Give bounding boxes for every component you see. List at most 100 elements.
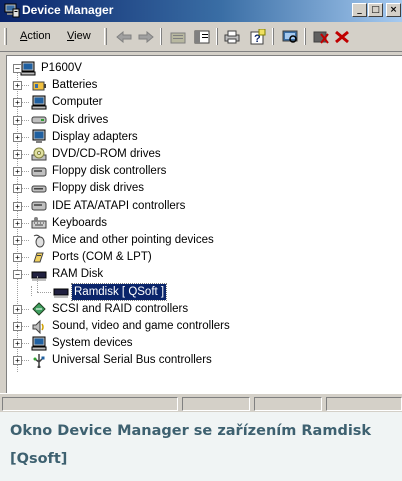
tree-connector	[21, 154, 29, 156]
help-icon[interactable]: ?	[248, 27, 268, 47]
tree-device-label: Ramdisk [ QSoft ]	[70, 282, 168, 301]
expand-toggle[interactable]: +	[13, 339, 22, 349]
expand-toggle[interactable]: +	[13, 132, 22, 142]
ide-controller-icon	[31, 201, 47, 211]
up-folder-icon[interactable]	[168, 27, 188, 47]
ram-chip-icon	[31, 271, 47, 281]
speaker-icon	[32, 319, 44, 334]
device-manager-app-icon	[4, 3, 20, 18]
tree-category-label: Floppy disk drives	[52, 182, 145, 195]
expand-toggle[interactable]: +	[13, 236, 22, 245]
expand-toggle[interactable]: +	[13, 167, 22, 177]
tree-device[interactable]: Ramdisk [ QSoft ]	[7, 275, 168, 301]
toolbar-separator-2	[216, 28, 218, 45]
toolbar-separator	[160, 28, 162, 45]
expand-toggle[interactable]: +	[13, 253, 22, 263]
expand-toggle[interactable]: +	[13, 115, 22, 125]
maximize-button[interactable]: □	[368, 3, 383, 17]
tree-connector	[21, 274, 29, 276]
tree-connector	[21, 257, 29, 259]
tree-category-label: Disk drives	[52, 113, 109, 126]
usb-icon	[33, 353, 45, 368]
tree-category[interactable]: + Disk drives	[7, 112, 110, 128]
disable-device-icon[interactable]	[311, 27, 331, 47]
forward-arrow-icon[interactable]	[136, 27, 156, 47]
menu-action[interactable]: Action	[20, 30, 51, 42]
status-panel-1	[2, 397, 178, 411]
tree-category[interactable]: + DVD/CD-ROM drives	[7, 146, 163, 162]
tree-connector	[21, 222, 29, 225]
expand-toggle[interactable]: +	[13, 356, 22, 366]
tree-category[interactable]: − RAM Disk	[7, 266, 105, 282]
tree-connector	[21, 171, 29, 173]
tree-connector	[21, 102, 29, 104]
tree-category-label: Display adapters	[52, 130, 138, 143]
collapse-toggle[interactable]: −	[13, 63, 22, 73]
tree-category[interactable]: + IDE ATA/ATAPI controllers	[7, 198, 187, 214]
menu-view[interactable]: View	[67, 30, 91, 42]
tree-root[interactable]: − P1600V	[7, 60, 84, 76]
tree-category[interactable]: + SCSI and RAID controllers	[7, 301, 190, 317]
tree-category[interactable]: + Floppy disk controllers	[7, 163, 168, 179]
expand-toggle[interactable]: +	[13, 304, 22, 314]
computer-icon	[20, 61, 36, 75]
tree-connector	[21, 205, 29, 208]
tree-category[interactable]: + Batteries	[7, 77, 99, 93]
ram-chip-icon	[53, 288, 69, 299]
tree-connector	[21, 188, 29, 190]
tree-category[interactable]: + Keyboards	[7, 215, 109, 231]
tree-category[interactable]: + Sound, video and game controllers	[7, 318, 232, 334]
window-title: Device Manager	[22, 3, 114, 17]
tree-category[interactable]: + Mice and other pointing devices	[7, 232, 216, 248]
properties-panel-icon[interactable]	[192, 27, 212, 47]
close-button[interactable]: ×	[386, 3, 401, 17]
tree-connector	[21, 119, 29, 122]
figure-caption: Okno Device Manager se zařízením Ramdisk…	[10, 423, 372, 467]
scsi-icon	[32, 302, 46, 317]
expand-toggle[interactable]: +	[13, 201, 22, 211]
expand-toggle[interactable]: +	[13, 98, 22, 108]
tree-category[interactable]: + Floppy disk drives	[7, 180, 146, 196]
menu-grip[interactable]	[4, 28, 7, 45]
tree-category[interactable]: + Ports (COM & LPT)	[7, 249, 154, 265]
expand-toggle[interactable]: +	[13, 218, 22, 228]
monitor-icon	[32, 129, 46, 144]
tree-category-label: IDE ATA/ATAPI controllers	[52, 199, 186, 212]
tree-category-label: Keyboards	[52, 216, 107, 229]
status-panel-4	[326, 397, 402, 411]
expand-toggle[interactable]: +	[13, 322, 22, 331]
back-arrow-icon[interactable]	[114, 27, 134, 47]
tree-category[interactable]: + System devices	[7, 335, 135, 351]
minimize-button[interactable]: _	[352, 3, 367, 17]
scan-hardware-icon[interactable]	[280, 27, 300, 47]
device-tree[interactable]: − P1600V + Batteries + Computer + Disk drives…	[6, 55, 402, 394]
tree-category[interactable]: + Universal Serial Bus controllers	[7, 352, 214, 368]
status-bar	[0, 393, 402, 412]
uninstall-device-icon[interactable]	[332, 27, 352, 47]
port-icon	[33, 252, 44, 263]
computer-icon	[31, 95, 47, 110]
tree-category-label: Mice and other pointing devices	[52, 234, 214, 246]
tree-connector	[21, 240, 29, 242]
tree-connector	[21, 85, 29, 87]
tree-category-label: System devices	[52, 337, 133, 350]
print-icon[interactable]	[222, 27, 242, 47]
mouse-icon	[33, 234, 45, 247]
tree-connector	[21, 136, 29, 139]
tree-category-label: Batteries	[52, 79, 98, 92]
expand-toggle[interactable]: +	[13, 184, 22, 194]
tree-category-label: DVD/CD-ROM drives	[52, 148, 161, 160]
expand-toggle[interactable]: +	[13, 150, 22, 159]
toolbar-grip[interactable]	[104, 28, 107, 45]
tree-category[interactable]: + Display adapters	[7, 129, 140, 145]
expand-toggle[interactable]: +	[13, 81, 22, 91]
tree-connector	[21, 308, 29, 311]
collapse-toggle[interactable]: −	[13, 270, 22, 280]
tree-category[interactable]: + Computer	[7, 94, 105, 110]
tree-connector	[37, 275, 39, 292]
tree-category-label: Computer	[52, 96, 103, 109]
title-bar[interactable]: Device Manager _ □ ×	[0, 0, 402, 22]
tree-category-label: SCSI and RAID controllers	[52, 302, 189, 315]
toolbar-separator-4	[304, 28, 306, 45]
device-manager-window: Device Manager _ □ × Action View ? − P16…	[0, 0, 402, 412]
